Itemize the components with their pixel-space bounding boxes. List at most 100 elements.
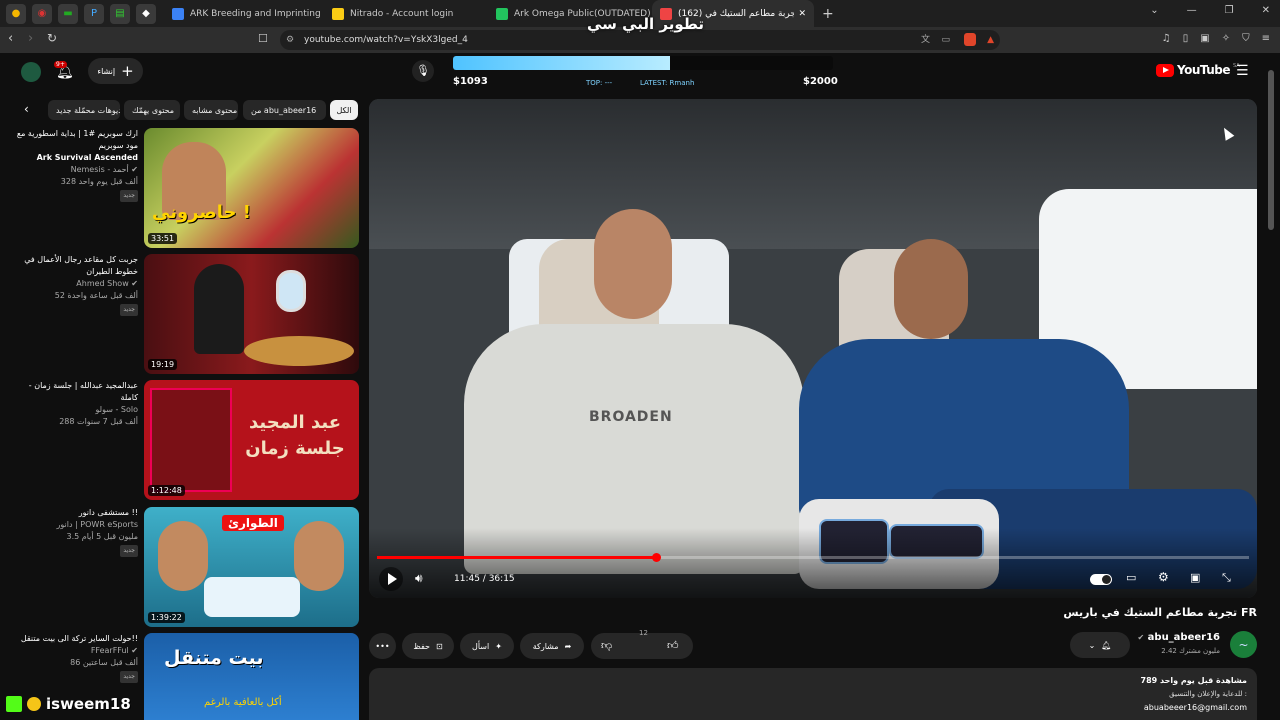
tab-ark-breeding[interactable]: ARK Breeding and Imprinting Settings	[164, 0, 324, 27]
total-time: 36:15	[488, 574, 515, 584]
pinned-tab-5[interactable]: ▤	[110, 3, 130, 24]
settings-icon[interactable]: ⚙	[1158, 570, 1169, 584]
youtube-logo[interactable]: YouTube SA	[1156, 63, 1240, 77]
thumb-person	[294, 521, 344, 591]
rec-thumbnail[interactable]: عبد المجيد جلسة زمان 1:12:48	[144, 380, 359, 500]
miniplayer-icon[interactable]: ▣	[1190, 571, 1200, 584]
pinned-tab-3[interactable]: ▬	[58, 3, 78, 24]
page-scrollbar[interactable]	[1268, 70, 1274, 230]
avatar[interactable]	[21, 62, 41, 82]
rec-meta[interactable]: حولت الساير تركة الى بيت متنقل!! FFearFF…	[10, 633, 138, 683]
chip-downloaded[interactable]: فيديوهات محمّلة جديد	[48, 100, 120, 120]
rec-thumbnail[interactable]: 19:19	[144, 254, 359, 374]
browser-toolbar-icons: ♫ ▯ ▣ ✧ ⛉ ≡	[1162, 33, 1270, 44]
media-icon[interactable]: ♫	[1162, 33, 1171, 44]
back-icon[interactable]: ‹	[8, 31, 13, 46]
description-box[interactable]: 789 مشاهدة قبل يوم واحد للدعاية والإعلان…	[369, 668, 1257, 720]
autoplay-toggle[interactable]	[1090, 574, 1112, 585]
translate-icon[interactable]: 文	[921, 30, 930, 50]
youtube-play-icon	[1156, 63, 1174, 77]
create-button[interactable]: إنشاء +	[88, 58, 143, 84]
goal-left-amount: $1093	[453, 76, 488, 87]
close-window-icon[interactable]: ✕	[1262, 5, 1270, 16]
chevron-down-icon: ⌄	[1088, 640, 1096, 650]
play-button[interactable]	[379, 567, 403, 591]
voice-search-button[interactable]: 🎙︎	[412, 60, 434, 82]
thumb-caption: أكل بالعافية بالرغم	[204, 697, 282, 708]
channel-name[interactable]: ✔︎ abu_abeer16	[1120, 632, 1220, 643]
rec-thumbnail[interactable]: بيت متنقل أكل بالعافية بالرغم	[144, 633, 359, 720]
notifications-button[interactable]: 🔔︎ 9+	[54, 61, 74, 80]
thumb-bed	[204, 577, 300, 617]
subtitles-icon[interactable]: ▭	[1126, 571, 1136, 584]
tab-close-icon[interactable]: ✕	[798, 9, 806, 19]
bookmark-icon[interactable]: ☐	[258, 32, 268, 45]
goal-top-label: TOP: ---	[586, 79, 613, 87]
guide-menu-icon[interactable]: ☰	[1236, 63, 1249, 79]
verified-icon: ✔︎	[131, 279, 138, 288]
wallet-icon[interactable]: ▣	[1200, 33, 1209, 44]
rec-thumbnail[interactable]: حاصروني ! 33:51	[144, 128, 359, 248]
cast-icon[interactable]: ▭	[941, 30, 950, 50]
ask-button[interactable]: اسأل ✦	[460, 633, 514, 659]
new-tab-button[interactable]: +	[822, 6, 834, 22]
like-dislike-group: 👎︎ 12 👍︎	[591, 629, 693, 659]
tab-favicon	[496, 7, 508, 20]
share-icon: ➦	[564, 641, 572, 651]
seek-bar-played	[377, 556, 657, 559]
dislike-button[interactable]: 👎︎	[601, 639, 612, 652]
like-count: 12	[639, 629, 648, 637]
more-actions-button[interactable]: •••	[369, 633, 396, 659]
tab-nitrado[interactable]: Nitrado - Account login	[324, 0, 488, 27]
url-field[interactable]: ⚙ youtube.com/watch?v=YskX3lged_4 文 ▭ ▲	[280, 30, 1000, 50]
donation-goal-bar	[453, 56, 833, 70]
subscribed-button[interactable]: ⌄ 🔔︎	[1070, 632, 1130, 658]
leo-icon[interactable]: ✧	[1222, 33, 1230, 44]
seek-bar[interactable]	[377, 553, 1249, 562]
rec-thumbnail[interactable]: الطوارئ 1:39:22	[144, 507, 359, 627]
duration-badge: 33:51	[148, 233, 178, 244]
chip-related[interactable]: محتوى مشابه	[184, 100, 238, 120]
brave-shield-icon[interactable]	[964, 33, 976, 46]
video-player[interactable]: BROADEN 🔊︎ 11:45 / 36:15 ▭ ⚙ ▣ ⤡	[369, 99, 1257, 598]
channel-avatar[interactable]: ~	[1230, 631, 1257, 658]
pinned-tab-4[interactable]: P	[84, 3, 104, 24]
chip-for-you[interactable]: محتوى يهمّك	[124, 100, 180, 120]
pinned-tab-1[interactable]: ●	[6, 3, 26, 24]
chip-from-channel[interactable]: من abu_abeer16	[243, 100, 326, 120]
save-button[interactable]: حفظ ⊡	[402, 633, 454, 659]
sidebar-icon[interactable]: ▯	[1183, 33, 1189, 44]
volume-button[interactable]: 🔊︎	[415, 571, 423, 586]
like-button[interactable]: 👍︎	[667, 639, 679, 652]
rec-meta[interactable]: جربت كل مقاعد رجال الأعمال في خطوط الطير…	[10, 254, 138, 316]
seek-bar-scrubber[interactable]	[652, 553, 662, 562]
forward-icon[interactable]: ›	[28, 31, 33, 46]
new-badge: جديد	[120, 304, 138, 316]
minimize-icon[interactable]: —	[1187, 5, 1197, 16]
ask-label: اسأل	[472, 641, 490, 651]
new-badge: جديد	[120, 671, 138, 683]
share-button[interactable]: مشاركة ➦	[520, 633, 584, 659]
fullscreen-icon[interactable]: ⤡	[1222, 571, 1231, 585]
tab-favicon	[172, 7, 184, 20]
more-icon: •••	[375, 641, 390, 651]
chips-scroll-left[interactable]: ‹	[24, 102, 29, 116]
maximize-icon[interactable]: ❐	[1225, 5, 1234, 16]
brave-rewards-icon[interactable]: ▲	[987, 30, 994, 50]
platform-logo-icon	[6, 696, 22, 712]
site-info-icon[interactable]: ⚙	[286, 30, 294, 50]
stream-username: isweem18	[46, 695, 131, 713]
rec-meta[interactable]: ارك سوبريم #1 | بداية اسطورية مع مود سوب…	[10, 128, 138, 202]
donation-goal-fill	[453, 56, 670, 70]
rec-meta[interactable]: عبدالمجيد عبدالله | جلسة زمان - كاملة سو…	[10, 380, 138, 428]
menu-icon[interactable]: ≡	[1262, 33, 1270, 44]
pinned-tab-2[interactable]: ◉	[32, 3, 52, 24]
vpn-icon[interactable]: ⛉	[1242, 33, 1250, 44]
thumb-text: الطوارئ	[222, 515, 284, 531]
reload-icon[interactable]: ↻	[47, 31, 57, 45]
rec-meta[interactable]: مستشفى دانور !! دانور | POWR eSports 3.5…	[10, 507, 138, 557]
new-badge: جديد	[120, 545, 138, 557]
chip-all[interactable]: الكل	[330, 100, 358, 120]
pinned-tab-6[interactable]: ◆	[136, 3, 156, 24]
tab-search-icon[interactable]: ⌄	[1150, 5, 1158, 16]
